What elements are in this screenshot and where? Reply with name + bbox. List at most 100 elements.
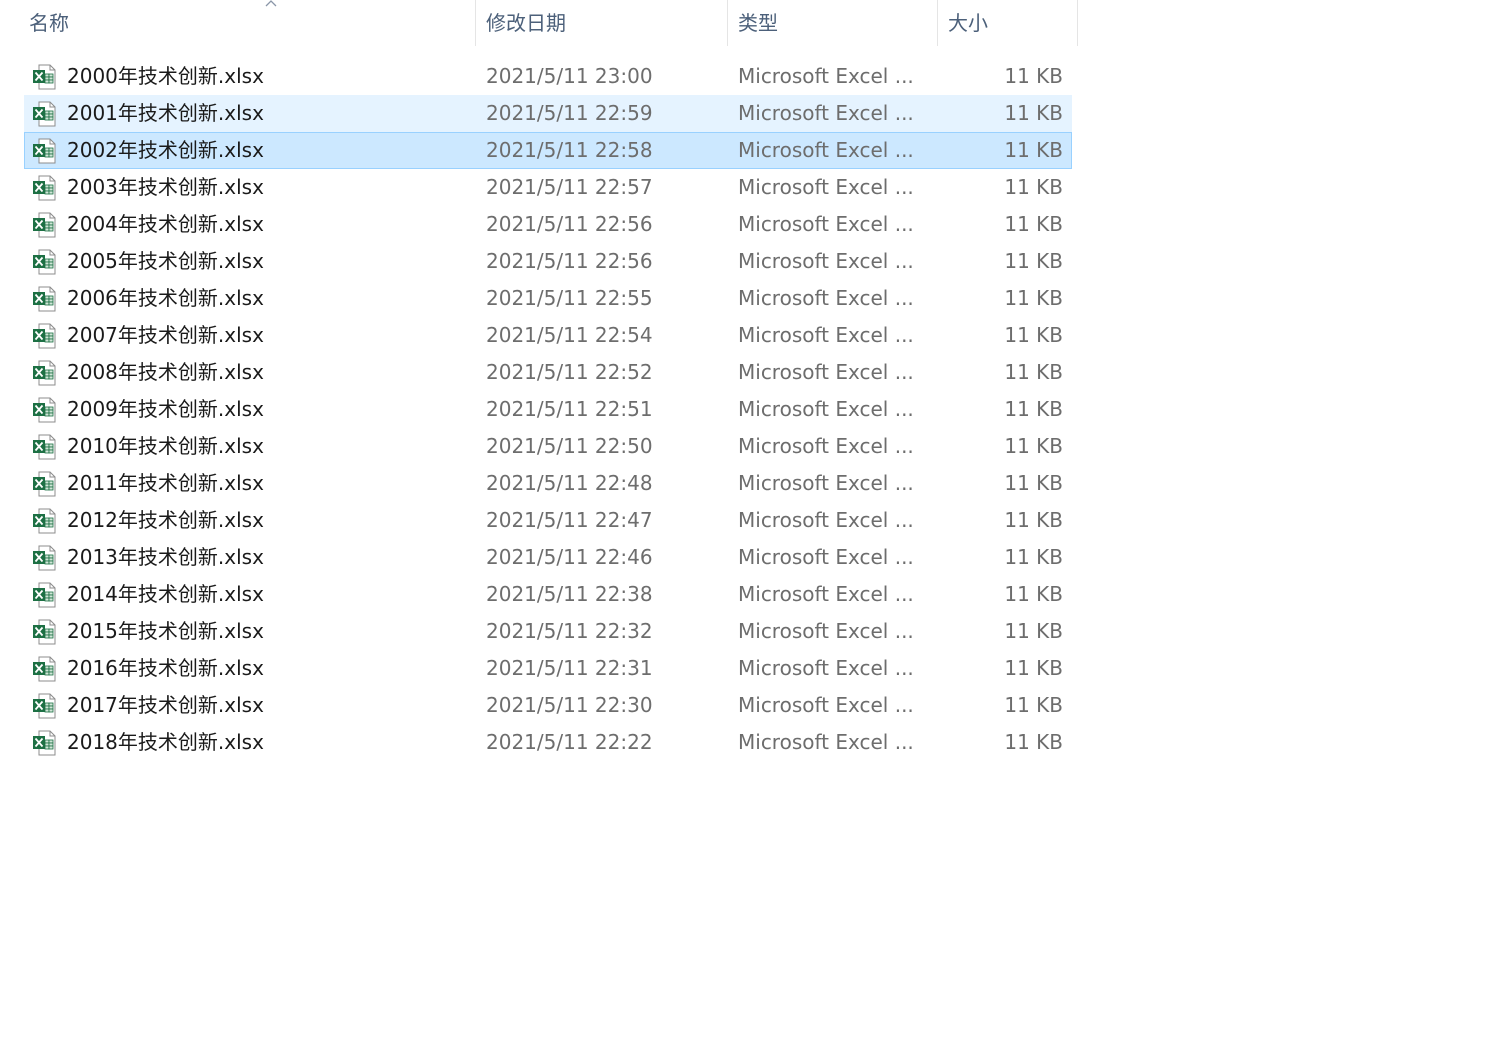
file-row[interactable]: 2007年技术创新.xlsx 2021/5/11 22:54 Microsoft… — [24, 317, 1072, 354]
file-size: 11 KB — [1004, 619, 1063, 643]
file-row[interactable]: 2013年技术创新.xlsx 2021/5/11 22:46 Microsoft… — [24, 539, 1072, 576]
file-size: 11 KB — [1004, 323, 1063, 347]
excel-file-icon — [33, 360, 56, 386]
file-list: 2000年技术创新.xlsx 2021/5/11 23:00 Microsoft… — [24, 58, 1072, 761]
file-date-modified: 2021/5/11 22:51 — [486, 397, 653, 421]
file-row[interactable]: 2003年技术创新.xlsx 2021/5/11 22:57 Microsoft… — [24, 169, 1072, 206]
file-row[interactable]: 2014年技术创新.xlsx 2021/5/11 22:38 Microsoft… — [24, 576, 1072, 613]
excel-file-icon — [33, 323, 56, 349]
file-date-modified: 2021/5/11 22:55 — [486, 286, 653, 310]
column-header-bar: 名称 修改日期 类型 大小 — [24, 0, 1078, 46]
file-type: Microsoft Excel ... — [738, 212, 914, 236]
file-name: 2007年技术创新.xlsx — [67, 323, 264, 347]
file-size: 11 KB — [1004, 582, 1063, 606]
file-size: 11 KB — [1004, 101, 1063, 125]
file-size: 11 KB — [1004, 138, 1063, 162]
file-type: Microsoft Excel ... — [738, 619, 914, 643]
file-row[interactable]: 2018年技术创新.xlsx 2021/5/11 22:22 Microsoft… — [24, 724, 1072, 761]
file-date-modified: 2021/5/11 22:58 — [486, 138, 653, 162]
column-header-type-label: 类型 — [738, 11, 778, 35]
file-type: Microsoft Excel ... — [738, 249, 914, 273]
file-type: Microsoft Excel ... — [738, 693, 914, 717]
file-date-modified: 2021/5/11 22:30 — [486, 693, 653, 717]
file-size: 11 KB — [1004, 730, 1063, 754]
excel-file-icon — [33, 101, 56, 127]
sort-ascending-icon — [265, 0, 277, 7]
excel-file-icon — [33, 656, 56, 682]
file-name: 2011年技术创新.xlsx — [67, 471, 264, 495]
file-date-modified: 2021/5/11 22:54 — [486, 323, 653, 347]
file-row[interactable]: 2015年技术创新.xlsx 2021/5/11 22:32 Microsoft… — [24, 613, 1072, 650]
file-size: 11 KB — [1004, 693, 1063, 717]
file-size: 11 KB — [1004, 508, 1063, 532]
file-name: 2000年技术创新.xlsx — [67, 64, 264, 88]
file-size: 11 KB — [1004, 545, 1063, 569]
excel-file-icon — [33, 545, 56, 571]
file-name: 2002年技术创新.xlsx — [67, 138, 264, 162]
file-type: Microsoft Excel ... — [738, 545, 914, 569]
excel-file-icon — [33, 619, 56, 645]
file-type: Microsoft Excel ... — [738, 64, 914, 88]
file-type: Microsoft Excel ... — [738, 360, 914, 384]
column-header-date-label: 修改日期 — [486, 11, 566, 35]
file-type: Microsoft Excel ... — [738, 508, 914, 532]
file-name: 2015年技术创新.xlsx — [67, 619, 264, 643]
file-type: Microsoft Excel ... — [738, 434, 914, 458]
file-row[interactable]: 2001年技术创新.xlsx 2021/5/11 22:59 Microsoft… — [24, 95, 1072, 132]
excel-file-icon — [33, 138, 56, 164]
file-row[interactable]: 2005年技术创新.xlsx 2021/5/11 22:56 Microsoft… — [24, 243, 1072, 280]
file-size: 11 KB — [1004, 286, 1063, 310]
file-date-modified: 2021/5/11 22:46 — [486, 545, 653, 569]
excel-file-icon — [33, 286, 56, 312]
file-row[interactable]: 2000年技术创新.xlsx 2021/5/11 23:00 Microsoft… — [24, 58, 1072, 95]
file-date-modified: 2021/5/11 22:22 — [486, 730, 653, 754]
file-row[interactable]: 2012年技术创新.xlsx 2021/5/11 22:47 Microsoft… — [24, 502, 1072, 539]
file-row[interactable]: 2006年技术创新.xlsx 2021/5/11 22:55 Microsoft… — [24, 280, 1072, 317]
file-row[interactable]: 2002年技术创新.xlsx 2021/5/11 22:58 Microsoft… — [24, 132, 1072, 169]
excel-file-icon — [33, 730, 56, 756]
column-header-name-label: 名称 — [29, 11, 69, 35]
column-header-name[interactable]: 名称 — [24, 0, 476, 46]
file-date-modified: 2021/5/11 22:48 — [486, 471, 653, 495]
file-type: Microsoft Excel ... — [738, 323, 914, 347]
file-name: 2013年技术创新.xlsx — [67, 545, 264, 569]
file-date-modified: 2021/5/11 22:57 — [486, 175, 653, 199]
file-name: 2012年技术创新.xlsx — [67, 508, 264, 532]
file-size: 11 KB — [1004, 471, 1063, 495]
file-date-modified: 2021/5/11 22:38 — [486, 582, 653, 606]
file-size: 11 KB — [1004, 64, 1063, 88]
file-row[interactable]: 2011年技术创新.xlsx 2021/5/11 22:48 Microsoft… — [24, 465, 1072, 502]
file-type: Microsoft Excel ... — [738, 101, 914, 125]
excel-file-icon — [33, 693, 56, 719]
file-type: Microsoft Excel ... — [738, 730, 914, 754]
file-row[interactable]: 2017年技术创新.xlsx 2021/5/11 22:30 Microsoft… — [24, 687, 1072, 724]
file-date-modified: 2021/5/11 22:50 — [486, 434, 653, 458]
file-date-modified: 2021/5/11 22:32 — [486, 619, 653, 643]
excel-file-icon — [33, 64, 56, 90]
file-type: Microsoft Excel ... — [738, 397, 914, 421]
file-date-modified: 2021/5/11 22:56 — [486, 249, 653, 273]
column-header-size-label: 大小 — [948, 11, 988, 35]
file-type: Microsoft Excel ... — [738, 656, 914, 680]
file-size: 11 KB — [1004, 656, 1063, 680]
file-type: Microsoft Excel ... — [738, 582, 914, 606]
file-size: 11 KB — [1004, 175, 1063, 199]
file-name: 2010年技术创新.xlsx — [67, 434, 264, 458]
file-name: 2016年技术创新.xlsx — [67, 656, 264, 680]
column-header-type[interactable]: 类型 — [728, 0, 938, 46]
file-row[interactable]: 2008年技术创新.xlsx 2021/5/11 22:52 Microsoft… — [24, 354, 1072, 391]
file-type: Microsoft Excel ... — [738, 138, 914, 162]
file-row[interactable]: 2010年技术创新.xlsx 2021/5/11 22:50 Microsoft… — [24, 428, 1072, 465]
file-size: 11 KB — [1004, 434, 1063, 458]
file-row[interactable]: 2009年技术创新.xlsx 2021/5/11 22:51 Microsoft… — [24, 391, 1072, 428]
file-date-modified: 2021/5/11 22:56 — [486, 212, 653, 236]
file-name: 2005年技术创新.xlsx — [67, 249, 264, 273]
excel-file-icon — [33, 508, 56, 534]
file-row[interactable]: 2016年技术创新.xlsx 2021/5/11 22:31 Microsoft… — [24, 650, 1072, 687]
column-header-size[interactable]: 大小 — [938, 0, 1078, 46]
file-type: Microsoft Excel ... — [738, 471, 914, 495]
file-name: 2008年技术创新.xlsx — [67, 360, 264, 384]
excel-file-icon — [33, 397, 56, 423]
column-header-date[interactable]: 修改日期 — [476, 0, 728, 46]
file-row[interactable]: 2004年技术创新.xlsx 2021/5/11 22:56 Microsoft… — [24, 206, 1072, 243]
